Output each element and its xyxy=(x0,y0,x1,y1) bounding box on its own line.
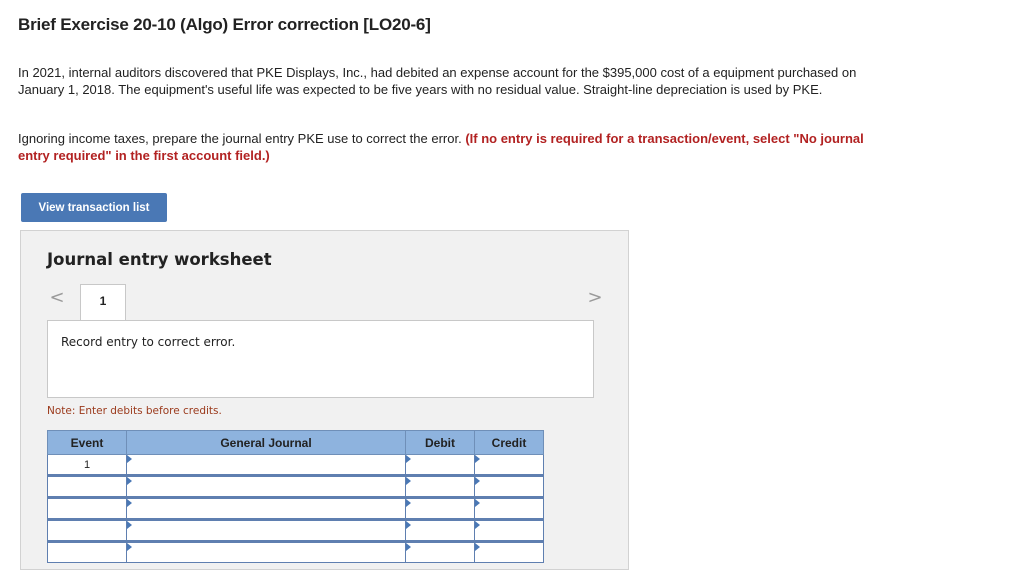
worksheet-title: Journal entry worksheet xyxy=(47,250,272,269)
event-cell xyxy=(47,496,127,520)
account-input[interactable] xyxy=(126,540,406,563)
table-row xyxy=(47,540,544,563)
event-cell xyxy=(47,474,127,498)
column-header-debit: Debit xyxy=(405,430,475,455)
credit-input[interactable] xyxy=(474,518,544,542)
problem-paragraph: In 2021, internal auditors discovered th… xyxy=(18,65,857,97)
account-input[interactable] xyxy=(126,474,406,498)
credit-input[interactable] xyxy=(474,496,544,520)
column-header-credit: Credit xyxy=(474,430,544,455)
debit-input[interactable] xyxy=(405,496,475,520)
credit-input[interactable] xyxy=(474,454,544,476)
table-row xyxy=(47,518,544,542)
column-header-general-journal: General Journal xyxy=(126,430,406,455)
credit-input[interactable] xyxy=(474,540,544,563)
entry-instruction-box: Record entry to correct error. xyxy=(47,320,594,398)
credit-input[interactable] xyxy=(474,474,544,498)
column-header-event: Event xyxy=(47,430,127,455)
event-cell xyxy=(47,540,127,563)
account-input[interactable] xyxy=(126,496,406,520)
account-input[interactable] xyxy=(126,518,406,542)
entry-tab-1[interactable]: 1 xyxy=(80,284,126,322)
table-row: 1 xyxy=(47,454,544,476)
table-row xyxy=(47,474,544,498)
debit-input[interactable] xyxy=(405,540,475,563)
debit-input[interactable] xyxy=(405,454,475,476)
exercise-title: Brief Exercise 20-10 (Algo) Error correc… xyxy=(18,15,431,34)
journal-entry-worksheet: Journal entry worksheet < 1 > Record ent… xyxy=(20,230,629,570)
account-input[interactable] xyxy=(126,454,406,476)
debit-input[interactable] xyxy=(405,518,475,542)
chevron-left-icon[interactable]: < xyxy=(49,289,65,309)
view-transaction-list-button[interactable]: View transaction list xyxy=(21,193,167,222)
journal-table: Event General Journal Debit Credit 1 xyxy=(47,430,544,563)
entry-note: Note: Enter debits before credits. xyxy=(47,405,222,417)
debit-input[interactable] xyxy=(405,474,475,498)
table-row xyxy=(47,496,544,520)
event-cell: 1 xyxy=(47,454,127,476)
problem-instruction: Ignoring income taxes, prepare the journ… xyxy=(18,131,888,164)
instruction-text: Ignoring income taxes, prepare the journ… xyxy=(18,131,462,146)
chevron-right-icon[interactable]: > xyxy=(587,289,603,309)
event-cell xyxy=(47,518,127,542)
entry-instruction: Record entry to correct error. xyxy=(61,335,236,349)
journal-header-row: Event General Journal Debit Credit xyxy=(47,430,544,455)
